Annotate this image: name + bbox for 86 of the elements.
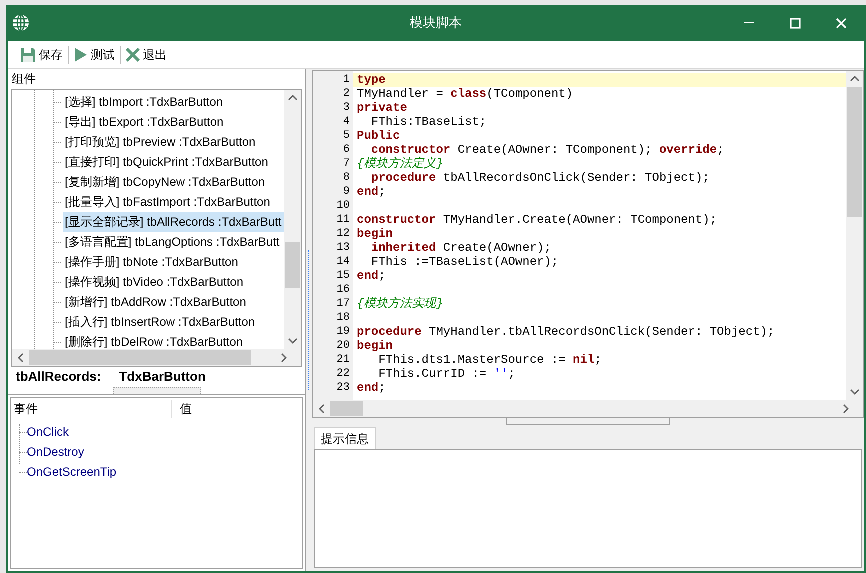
code-line: FThis:TBaseList; xyxy=(370,115,487,129)
toolbar-button[interactable]: 退出 xyxy=(124,42,169,66)
code-line: private xyxy=(357,101,408,115)
vertical-scrollbar[interactable] xyxy=(284,90,301,349)
scroll-thumb[interactable] xyxy=(29,350,251,365)
line-number: 11 xyxy=(336,213,350,227)
cross-icon xyxy=(126,48,140,62)
vertical-scrollbar[interactable] xyxy=(846,71,863,400)
code-line: constructor Create(AOwner: TComponent); override; xyxy=(370,143,724,157)
tab[interactable]: 提示信息 xyxy=(314,427,376,449)
code-line: begin xyxy=(357,227,394,241)
code-line: type xyxy=(357,73,386,87)
tree-item[interactable]: [多语言配置] tbLangOptions :TdxBarButt xyxy=(63,232,282,252)
scroll-thumb[interactable] xyxy=(285,242,300,288)
panel-label: 组件 xyxy=(12,71,36,88)
line-number: 12 xyxy=(336,227,350,241)
line-number: 2 xyxy=(342,87,350,101)
code-line: begin xyxy=(357,339,394,353)
minimize-icon xyxy=(744,22,754,24)
component-type: TdxBarButton xyxy=(119,368,206,386)
tree-item[interactable]: [显示全部记录] tbAllRecords :TdxBarButt xyxy=(63,212,284,232)
tree-item[interactable]: [复制新增] tbCopyNew :TdxBarButton xyxy=(63,172,268,192)
code-line: inherited Create(AOwner); xyxy=(370,241,552,255)
column-header: 事件 xyxy=(11,400,172,418)
scroll-thumb[interactable] xyxy=(330,401,363,416)
tree-item[interactable]: [直接打印] tbQuickPrint :TdxBarButton xyxy=(63,152,270,172)
line-number: 1 xyxy=(342,73,350,87)
code-line: end; xyxy=(357,381,386,395)
tree-item[interactable]: [批量导入] tbFastImport :TdxBarButton xyxy=(63,192,272,212)
line-number: 21 xyxy=(336,353,350,367)
line-number: 6 xyxy=(342,143,350,157)
horizontal-scrollbar[interactable] xyxy=(313,400,863,417)
code-line: end; xyxy=(357,269,386,283)
code-line: end; xyxy=(357,185,386,199)
line-number: 19 xyxy=(336,325,350,339)
tree-item[interactable]: [打印预览] tbPreview :TdxBarButton xyxy=(63,132,258,152)
line-number: 5 xyxy=(342,129,350,143)
line-number: 9 xyxy=(342,185,350,199)
play-icon xyxy=(74,46,88,62)
tree-item[interactable]: [选择] tbImport :TdxBarButton xyxy=(63,92,226,112)
code-line: constructor TMyHandler.Create(AOwner: TComponent); xyxy=(357,213,718,227)
tree-item[interactable]: [操作视频] tbVideo :TdxBarButton xyxy=(63,272,246,292)
code-line: procedure TMyHandler.tbAllRecordsOnClick(Sender: TObject); xyxy=(357,325,775,339)
event-item[interactable]: OnDestroy xyxy=(27,443,84,461)
code-line: Public xyxy=(357,129,400,143)
tree-item[interactable]: [删除行] tbDelRow :TdxBarButton xyxy=(63,332,246,349)
line-number: 16 xyxy=(336,283,350,297)
code-line: procedure tbAllRecordsOnClick(Sender: TObject); xyxy=(370,171,710,185)
line-number: 15 xyxy=(336,269,350,283)
horizontal-scrollbar[interactable] xyxy=(12,349,301,366)
splitter-handle[interactable] xyxy=(112,387,200,394)
globe-icon xyxy=(12,14,30,32)
line-number: 10 xyxy=(336,199,350,213)
code-line: FThis.CurrID := ''; xyxy=(378,367,516,381)
code-line: FThis :=TBaseList(AOwner); xyxy=(370,255,559,269)
line-number: 7 xyxy=(342,157,350,171)
code-line: TMyHandler = class(TComponent) xyxy=(357,87,574,101)
line-number: 8 xyxy=(342,171,350,185)
toolbar-button[interactable]: 保存 xyxy=(18,42,65,66)
event-item[interactable]: OnClick xyxy=(27,423,70,441)
splitter-handle[interactable] xyxy=(506,418,670,425)
tree-item[interactable]: [导出] tbExport :TdxBarButton xyxy=(63,112,226,132)
close-icon xyxy=(836,18,846,28)
component-name: tbAllRecords: xyxy=(16,368,102,386)
window-title: 模块脚本 xyxy=(410,15,462,30)
event-item[interactable]: OnGetScreenTip xyxy=(27,463,117,481)
line-number: 18 xyxy=(336,311,350,325)
toolbar-button[interactable]: 测试 xyxy=(72,42,117,66)
code-line: {模块方法定义} xyxy=(357,157,444,171)
code-line: FThis.dts1.MasterSource := nil; xyxy=(378,353,602,367)
hint-text-area[interactable] xyxy=(314,449,862,568)
line-number: 14 xyxy=(336,255,350,269)
scroll-thumb[interactable] xyxy=(847,87,862,217)
code-line: {模块方法实现} xyxy=(357,297,444,311)
tree-item[interactable]: [新增行] tbAddRow :TdxBarButton xyxy=(63,292,248,312)
line-number: 13 xyxy=(336,241,350,255)
tree-item[interactable]: [插入行] tbInsertRow :TdxBarButton xyxy=(63,312,258,332)
line-number: 23 xyxy=(336,381,350,395)
maximize-icon xyxy=(790,18,800,28)
line-number: 20 xyxy=(336,339,350,353)
line-number: 4 xyxy=(342,115,350,129)
column-header: 值 xyxy=(179,401,192,418)
line-number: 22 xyxy=(336,367,350,381)
line-number: 3 xyxy=(342,101,350,115)
line-number: 17 xyxy=(336,297,350,311)
tree-item[interactable]: [操作手册] tbNote :TdxBarButton xyxy=(63,252,240,272)
